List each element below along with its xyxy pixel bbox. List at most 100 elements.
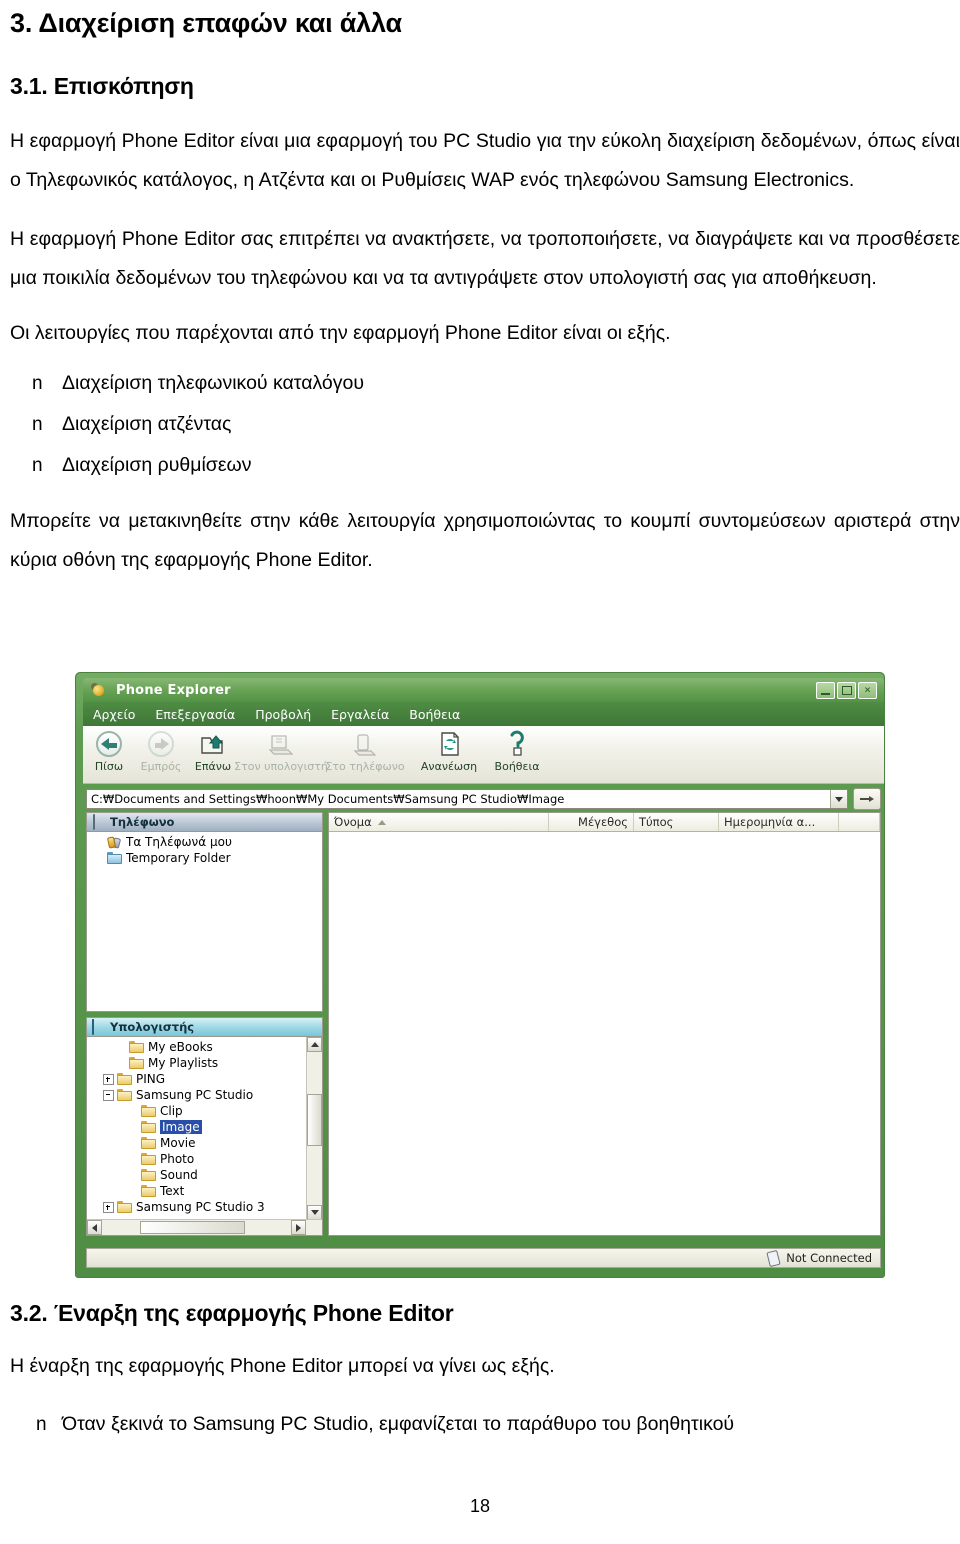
menu-item-help[interactable]: Βοήθεια [409,707,460,722]
title-bar: Phone Explorer × [83,678,884,702]
collapse-toggle-icon[interactable] [103,1089,114,1101]
refresh-icon [434,729,464,759]
paragraph-start-1: Η έναρξη της εφαρμογής Phone Editor μπορ… [10,1355,555,1377]
file-list-header: Όνομα Μέγεθος Τύπος Ημερομηνία α... [329,813,880,832]
phone-icon [91,814,105,830]
menu-item-file[interactable]: Αρχείο [93,707,135,722]
bullet-glyph-icon: n [36,1414,47,1435]
menu-bar: Αρχείο Επεξεργασία Προβολή Εργαλεία Βοήθ… [83,702,884,726]
folder-icon [141,1137,156,1149]
toolbar-button-up[interactable]: Επάνω [187,729,239,773]
status-bar: Not Connected [86,1248,881,1268]
chevron-right-icon [296,1223,301,1232]
sort-ascending-icon [377,819,386,825]
menu-item-edit[interactable]: Επεξεργασία [155,707,235,722]
paragraph-overview-1: Η εφαρμογή Phone Editor είναι μια εφαρμο… [10,130,960,191]
column-header-name[interactable]: Όνομα [329,813,549,831]
folder-icon [129,1057,144,1069]
maximize-button[interactable] [837,681,856,699]
folder-icon [117,1089,132,1101]
to-phone-icon [350,729,380,759]
minimize-button[interactable] [816,681,835,699]
column-label: Ημερομηνία α... [724,815,816,829]
menu-item-tools[interactable]: Εργαλεία [331,707,389,722]
address-input[interactable]: C:₩Documents and Settings₩hoon₩My Docume… [86,789,848,809]
list-item-label: Διαχείριση ατζέντας [62,413,232,435]
scroll-up-button[interactable] [307,1037,322,1052]
column-header-size[interactable]: Μέγεθος [549,813,634,831]
tree-item-label: My eBooks [148,1040,213,1054]
section-heading-3-1: 3.1. Επισκόπηση [10,73,194,99]
tree-item-movie[interactable]: Movie [89,1135,322,1151]
tree-item-samsung-pc-studio-3[interactable]: Samsung PC Studio 3 [89,1199,322,1215]
tree-item-sound[interactable]: Sound [89,1167,322,1183]
toolbar-button-help[interactable]: Βοήθεια [491,729,543,773]
scroll-down-button[interactable] [307,1205,322,1220]
chevron-up-icon [310,1042,319,1047]
window-title: Phone Explorer [116,682,231,698]
phone-tree: Τα Τηλέφωνά μου Temporary Folder [87,832,322,1011]
toolbar-label: Στον υπολογιστή [234,760,328,773]
paragraph-overview-2: Η εφαρμογή Phone Editor σας επιτρέπει να… [10,228,960,289]
expand-toggle-icon[interactable] [103,1201,114,1213]
tree-item-photo[interactable]: Photo [89,1151,322,1167]
address-dropdown-button[interactable] [830,790,847,808]
tree-item-ping[interactable]: PING [89,1071,322,1087]
scroll-right-button[interactable] [291,1220,306,1235]
toolbar-button-back[interactable]: Πίσω [83,729,135,773]
column-header-filler [839,813,880,831]
chevron-left-icon [92,1223,97,1232]
tree-item-label: Photo [160,1152,195,1166]
window-controls: × [816,681,877,699]
column-header-type[interactable]: Τύπος [634,813,719,831]
folder-icon [117,1201,132,1213]
tree-item-image[interactable]: Image [89,1119,322,1135]
document-body: 3. Διαχείριση επαφών και άλλα 3.1. Επισκ… [10,0,960,580]
tree-item-label: Sound [160,1168,198,1182]
tree-item-temporary-folder[interactable]: Temporary Folder [89,850,322,866]
my-phones-icon [106,835,122,849]
tree-item-my-playlists[interactable]: My Playlists [89,1055,322,1071]
tree-item-text[interactable]: Text [89,1183,322,1199]
scroll-thumb-vertical[interactable] [307,1094,322,1146]
close-button[interactable]: × [858,681,877,699]
toolbar-button-forward[interactable]: Εμπρός [135,729,187,773]
tree-item-my-ebooks[interactable]: My eBooks [89,1039,322,1055]
computer-tree-vertical-scrollbar[interactable] [306,1037,322,1220]
scroll-thumb-horizontal[interactable] [140,1221,245,1234]
address-go-button[interactable] [853,788,881,810]
list-item: n Διαχείριση ατζέντας [10,404,960,445]
file-list-body[interactable] [329,832,880,1235]
toolbar-label: Ανανέωση [420,760,478,773]
phone-panel: Τηλέφωνο Τα Τηλέφωνά μου Temporary Folde… [86,812,323,1012]
column-header-date[interactable]: Ημερομηνία α... [719,813,839,831]
computer-tree-horizontal-scrollbar[interactable] [87,1219,322,1235]
expand-toggle-icon[interactable] [103,1073,114,1085]
temp-folder-icon [107,852,122,864]
toolbar: Πίσω Εμπρός Επάνω Στον υπολογιστή Στο τη… [83,726,884,784]
toolbar-label: Στο τηλέφωνο [325,760,405,773]
chevron-down-icon [310,1210,319,1215]
tree-item-label: Τα Τηλέφωνά μου [126,835,232,849]
toolbar-button-to-phone[interactable]: Στο τηλέφωνο [323,729,407,773]
phone-panel-title: Τηλέφωνο [110,815,175,829]
tree-item-label: My Playlists [148,1056,219,1070]
content-area: Τηλέφωνο Τα Τηλέφωνά μου Temporary Folde… [86,812,881,1236]
tree-item-samsung-pc-studio[interactable]: Samsung PC Studio [89,1087,322,1103]
document-body-lower: 3.2. Έναρξη της εφαρμογής Phone Editor Η… [10,1300,960,1445]
go-arrow-icon [860,795,874,803]
toolbar-button-to-computer[interactable]: Στον υπολογιστή [234,729,328,773]
section-heading-3-2: 3.2. Έναρξη της εφαρμογής Phone Editor [10,1300,454,1326]
tree-item-my-phones[interactable]: Τα Τηλέφωνά μου [89,834,322,850]
scroll-left-button[interactable] [87,1220,102,1235]
folder-icon [141,1185,156,1197]
help-icon [502,729,532,759]
up-folder-icon [198,729,228,759]
menu-item-view[interactable]: Προβολή [255,707,311,722]
tree-item-label: Movie [160,1136,196,1150]
forward-arrow-icon [146,729,176,759]
tree-item-clip[interactable]: Clip [89,1103,322,1119]
toolbar-button-refresh[interactable]: Ανανέωση [407,729,491,773]
folder-icon [141,1153,156,1165]
computer-panel-title: Υπολογιστής [110,1020,195,1034]
